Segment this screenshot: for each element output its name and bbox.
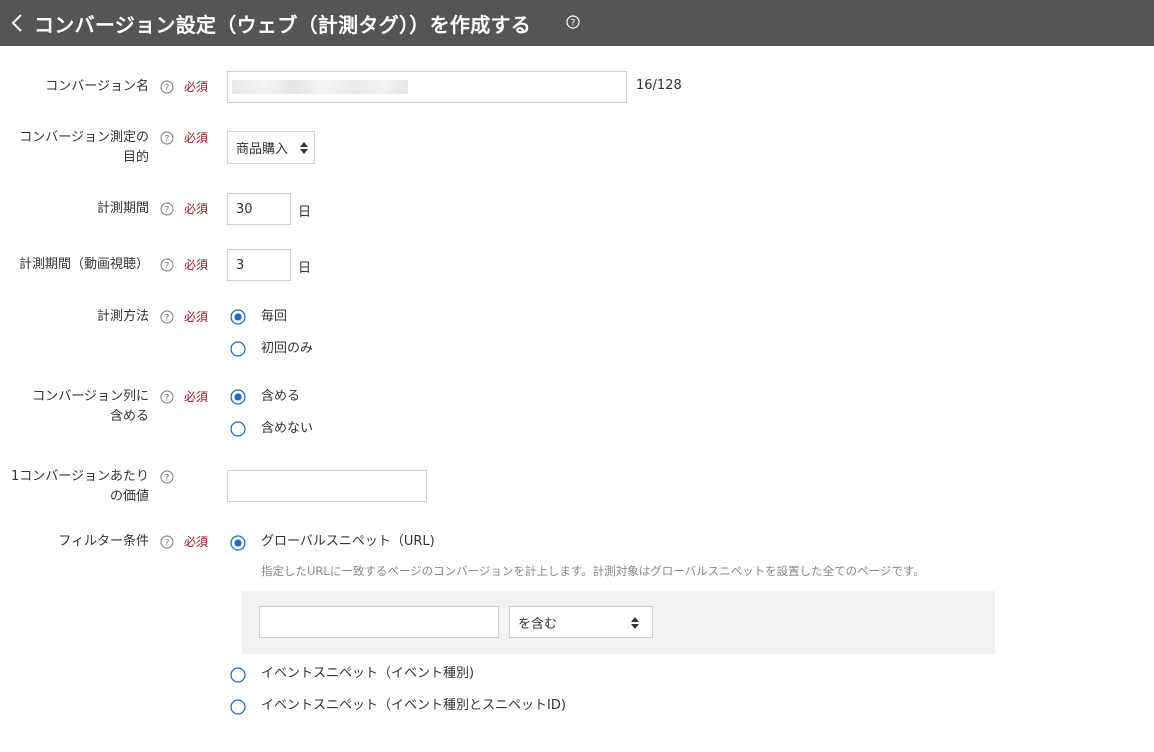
question-circle-icon[interactable]: ? bbox=[566, 15, 580, 29]
question-circle-icon[interactable]: ? bbox=[160, 390, 174, 404]
radio-method-first[interactable] bbox=[230, 341, 246, 357]
radio-label: イベントスニペット（イベント種別) bbox=[261, 666, 475, 681]
required-badge: 必須 bbox=[184, 310, 209, 324]
match-type-select[interactable]: を含む bbox=[509, 606, 653, 638]
purpose-label-line1: コンバージョン測定の bbox=[19, 130, 149, 145]
svg-text:?: ? bbox=[165, 135, 170, 145]
purpose-label-line2: 目的 bbox=[122, 150, 149, 165]
character-counter: 16/128 bbox=[636, 78, 682, 93]
period-video-label: 計測期間（動画視聴） bbox=[18, 257, 149, 272]
method-label: 計測方法 bbox=[96, 309, 149, 324]
question-circle-icon[interactable]: ? bbox=[160, 202, 174, 216]
required-badge: 必須 bbox=[184, 202, 209, 216]
filter-label: フィルター条件 bbox=[58, 534, 149, 549]
value-per-input[interactable] bbox=[227, 470, 427, 502]
svg-text:?: ? bbox=[165, 206, 170, 216]
include-label-line2: 含める bbox=[109, 409, 149, 424]
question-circle-icon[interactable]: ? bbox=[160, 470, 174, 484]
page-header: コンバージョン設定（ウェブ（計測タグ））を作成する ? bbox=[0, 0, 1154, 46]
svg-text:?: ? bbox=[165, 539, 170, 549]
value-per-label-line1: 1コンバージョンあたり bbox=[10, 469, 149, 484]
question-circle-icon[interactable]: ? bbox=[160, 535, 174, 549]
svg-text:?: ? bbox=[165, 84, 170, 94]
question-circle-icon[interactable]: ? bbox=[160, 310, 174, 324]
period-unit: 日 bbox=[298, 205, 312, 220]
radio-filter-event-type[interactable] bbox=[230, 667, 246, 683]
redacted-value bbox=[232, 80, 408, 94]
period-video-unit: 日 bbox=[298, 261, 312, 276]
question-circle-icon[interactable]: ? bbox=[160, 258, 174, 272]
radio-include-yes[interactable] bbox=[230, 389, 246, 405]
svg-text:?: ? bbox=[165, 314, 170, 324]
conversion-name-input[interactable] bbox=[227, 71, 627, 103]
radio-label: 含める bbox=[261, 389, 301, 404]
sort-arrows-icon bbox=[300, 142, 308, 154]
svg-text:?: ? bbox=[165, 262, 170, 272]
radio-label: グローバルスニペット（URL) bbox=[261, 534, 435, 549]
value-per-label-line2: の価値 bbox=[109, 489, 149, 504]
required-badge: 必須 bbox=[184, 80, 209, 94]
question-circle-icon[interactable]: ? bbox=[160, 131, 174, 145]
required-badge: 必須 bbox=[184, 535, 209, 549]
question-circle-icon[interactable]: ? bbox=[160, 80, 174, 94]
purpose-select[interactable]: 商品購入 bbox=[227, 131, 315, 164]
period-input[interactable] bbox=[227, 193, 291, 225]
svg-text:?: ? bbox=[165, 394, 170, 404]
required-badge: 必須 bbox=[184, 258, 209, 272]
required-badge: 必須 bbox=[184, 390, 209, 404]
period-label: 計測期間 bbox=[96, 201, 149, 216]
svg-text:?: ? bbox=[165, 474, 170, 484]
filter-condition-panel: を含む bbox=[242, 591, 995, 654]
radio-label: 初回のみ bbox=[261, 341, 314, 356]
radio-label: イベントスニペット（イベント種別とスニペットID) bbox=[261, 698, 566, 713]
conversion-name-label: コンバージョン名 bbox=[45, 79, 149, 94]
page-title: コンバージョン設定（ウェブ（計測タグ））を作成する bbox=[34, 13, 532, 37]
required-badge: 必須 bbox=[184, 131, 209, 145]
match-type-selected: を含む bbox=[518, 616, 558, 632]
chevron-left-icon[interactable] bbox=[8, 12, 28, 34]
include-label-line1: コンバージョン列に bbox=[32, 389, 149, 404]
sort-arrows-icon bbox=[631, 617, 639, 629]
radio-label: 含めない bbox=[261, 421, 314, 436]
filter-description: 指定したURLに一致するページのコンバージョンを計上します。計測対象はグローバル… bbox=[261, 564, 925, 578]
radio-label: 毎回 bbox=[261, 309, 288, 324]
filter-url-input[interactable] bbox=[259, 606, 499, 638]
radio-method-every[interactable] bbox=[230, 309, 246, 325]
period-video-input[interactable] bbox=[227, 249, 291, 281]
radio-filter-global-url[interactable] bbox=[230, 535, 246, 551]
radio-include-no[interactable] bbox=[230, 421, 246, 437]
radio-filter-event-type-snippet-id[interactable] bbox=[230, 699, 246, 715]
purpose-selected-value: 商品購入 bbox=[236, 142, 289, 157]
svg-text:?: ? bbox=[571, 19, 576, 29]
